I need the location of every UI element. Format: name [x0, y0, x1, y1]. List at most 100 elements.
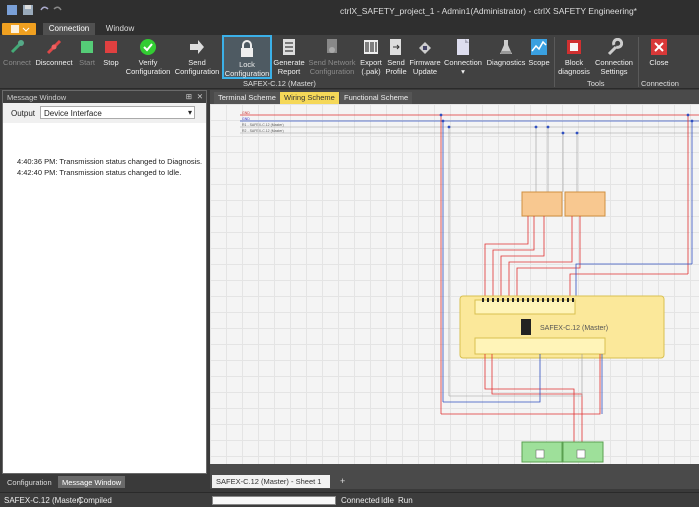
barcode-icon	[364, 40, 378, 54]
output-select[interactable]: Device Interface ▾	[40, 106, 195, 119]
lock-configuration-button[interactable]: Lock Configuration	[222, 35, 272, 79]
report-document-icon	[283, 39, 295, 55]
tab-message-window[interactable]: Message Window	[58, 476, 126, 488]
status-compiled: Compiled	[78, 496, 112, 505]
message-window-panel: Message Window ⊞ ✕ Output Device Interfa…	[2, 90, 207, 474]
output-module-icon	[576, 449, 586, 459]
close-connection-button[interactable]: Close	[640, 35, 678, 79]
send-configuration-button[interactable]: Send Configuration	[174, 35, 220, 79]
firmware-update-button[interactable]: Firmware Update	[408, 35, 442, 79]
block-diagnosis-icon	[567, 40, 581, 54]
message-window-header: Message Window ⊞ ✕	[3, 91, 206, 103]
ribbon-group-device: SAFEX-C.12 (Master)	[243, 79, 316, 88]
checkmark-badge-icon	[140, 39, 156, 55]
status-connected: Connected	[341, 496, 380, 505]
block-diagnosis-button[interactable]: Block diagnosis	[556, 35, 592, 79]
message-window-title: Message Window	[7, 93, 67, 102]
undo-icon[interactable]	[38, 4, 50, 16]
send-arrow-icon	[190, 40, 204, 54]
scope-chart-icon	[531, 39, 547, 55]
send-profile-button[interactable]: Send Profile	[384, 35, 408, 79]
module-title: SAFEX-C.12 (Master)	[540, 325, 608, 332]
connection-dropdown-button[interactable]: Connection ▾	[442, 35, 484, 79]
relay-module-2	[564, 191, 606, 217]
tab-functional-scheme[interactable]: Functional Scheme	[340, 92, 413, 104]
output-row: Output Device Interface ▾	[3, 103, 206, 123]
wire-red	[484, 354, 575, 442]
ribbon-separator	[638, 37, 639, 87]
progress-bar	[212, 496, 336, 505]
pin-icon[interactable]: ⊞	[186, 92, 192, 101]
rail-label-r1: R1 - SAFEX-C.12 (Master)	[242, 123, 284, 127]
plug-disconnect-icon	[46, 39, 62, 55]
tab-connection[interactable]: Connection	[43, 23, 95, 35]
export-pak-button[interactable]: Export (.pak)	[358, 35, 384, 79]
send-document-icon	[390, 39, 401, 55]
chevron-down-icon: ▾	[461, 67, 465, 76]
wire-red	[500, 216, 545, 296]
module-device-icon	[521, 319, 531, 335]
wire-red	[569, 273, 688, 296]
relay-module-1	[521, 191, 563, 217]
network-document-icon	[327, 39, 337, 53]
start-square-icon	[81, 41, 93, 53]
chevron-down-icon: ▾	[187, 108, 192, 117]
message-line: 4:40:36 PM: Transmission status changed …	[17, 157, 203, 166]
message-line: 4:42:40 PM: Transmission status changed …	[17, 168, 182, 177]
tab-terminal-scheme[interactable]: Terminal Scheme	[214, 92, 280, 104]
module-terminal-block-top	[474, 299, 576, 315]
padlock-icon	[241, 40, 253, 57]
ribbon-group-connection: Connection	[641, 79, 679, 88]
junction-dots	[439, 113, 694, 135]
rail-label-r2: R2 - SAFEX-C.12 (Master)	[242, 129, 284, 133]
title-bar: ctrlX_SAFETY_project_1 - Admin1(Administ…	[0, 0, 699, 22]
wiring-diagram: GND GND R1 - SAFEX-C.12 (Master) R2 - SA…	[240, 111, 699, 463]
window-title: ctrlX_SAFETY_project_1 - Admin1(Administ…	[340, 6, 637, 16]
wiring-canvas[interactable]: GND GND R1 - SAFEX-C.12 (Master) R2 - SA…	[210, 104, 699, 464]
connection-document-icon	[457, 39, 469, 55]
ribbon-group-tools: Tools	[587, 79, 605, 88]
tab-window[interactable]: Window	[100, 23, 140, 35]
tab-sheet-1[interactable]: SAFEX-C.12 (Master) - Sheet 1	[212, 475, 330, 488]
ribbon: Connect Disconnect Start Stop Verify Con…	[0, 35, 699, 89]
add-sheet-button[interactable]: +	[340, 476, 345, 486]
rail-label-gnd-2: GND	[242, 117, 250, 121]
firmware-chip-icon	[419, 42, 431, 54]
wire-blue	[443, 354, 541, 403]
plug-connect-icon	[10, 40, 24, 54]
status-idle: Idle	[381, 496, 394, 505]
ribbon-separator	[554, 37, 555, 87]
start-button[interactable]: Start	[76, 35, 98, 79]
stop-square-icon	[105, 41, 117, 53]
connect-button[interactable]: Connect	[2, 35, 32, 79]
status-run: Run	[398, 496, 413, 505]
diagnostics-beaker-icon	[500, 40, 512, 54]
connection-settings-button[interactable]: Connection Settings	[592, 35, 636, 79]
send-network-configuration-button[interactable]: Send Network Configuration	[306, 35, 358, 79]
close-icon[interactable]: ✕	[197, 92, 203, 101]
stop-button[interactable]: Stop	[100, 35, 122, 79]
wire-grey	[449, 354, 583, 397]
wrench-icon	[607, 38, 623, 56]
module-terminal-block-bottom	[474, 337, 606, 355]
disconnect-button[interactable]: Disconnect	[34, 35, 74, 79]
diagnostics-button[interactable]: Diagnostics	[484, 35, 528, 79]
application-menu-button[interactable]	[2, 23, 36, 35]
generate-report-button[interactable]: Generate Report	[272, 35, 306, 79]
output-label: Output	[11, 109, 36, 118]
wire-red	[491, 354, 583, 442]
rail-label-gnd-1: GND	[242, 111, 250, 115]
save-icon[interactable]	[22, 4, 34, 16]
scope-button[interactable]: Scope	[528, 35, 550, 79]
app-icon	[6, 4, 18, 16]
status-device: SAFEX-C.12 (Master)	[4, 496, 82, 505]
redo-icon[interactable]	[52, 4, 64, 16]
status-bar: SAFEX-C.12 (Master) Compiled Connected I…	[0, 492, 699, 507]
close-x-icon	[651, 39, 667, 55]
tab-configuration[interactable]: Configuration	[3, 476, 56, 488]
wire-red	[441, 354, 601, 415]
verify-configuration-button[interactable]: Verify Configuration	[124, 35, 172, 79]
tab-wiring-scheme[interactable]: Wiring Scheme	[280, 92, 339, 104]
output-module-icon	[535, 449, 545, 459]
wire-blue	[575, 263, 692, 296]
